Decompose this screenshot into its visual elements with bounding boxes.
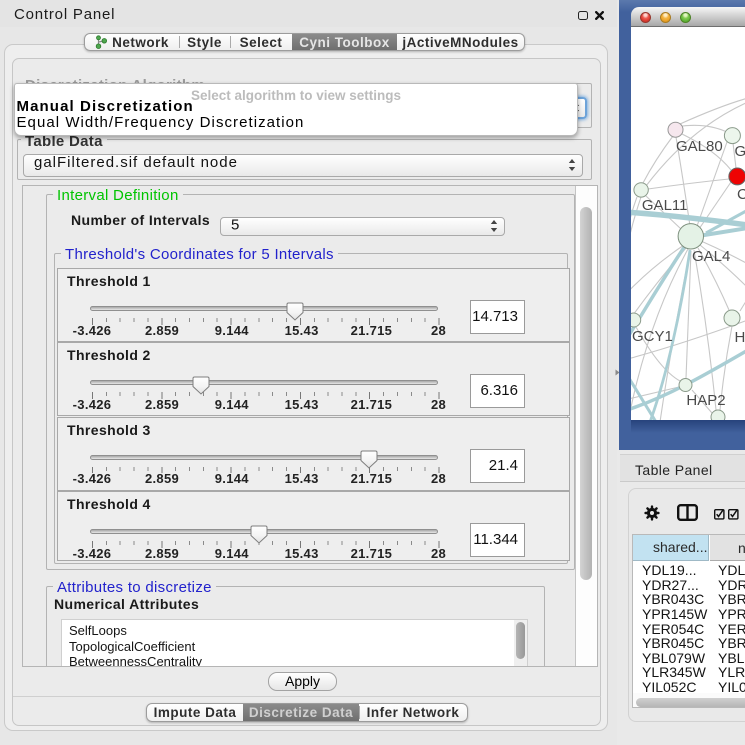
svg-text:HAP2: HAP2	[686, 392, 725, 409]
svg-text:HI: HI	[735, 329, 745, 346]
svg-text:GA: GA	[735, 143, 745, 160]
svg-text:GAL80: GAL80	[676, 138, 723, 155]
svg-text:GCY1: GCY1	[632, 328, 673, 345]
svg-text:CD: CD	[737, 186, 745, 203]
svg-text:GAL11: GAL11	[642, 197, 688, 214]
svg-text:GAL4: GAL4	[692, 248, 730, 265]
